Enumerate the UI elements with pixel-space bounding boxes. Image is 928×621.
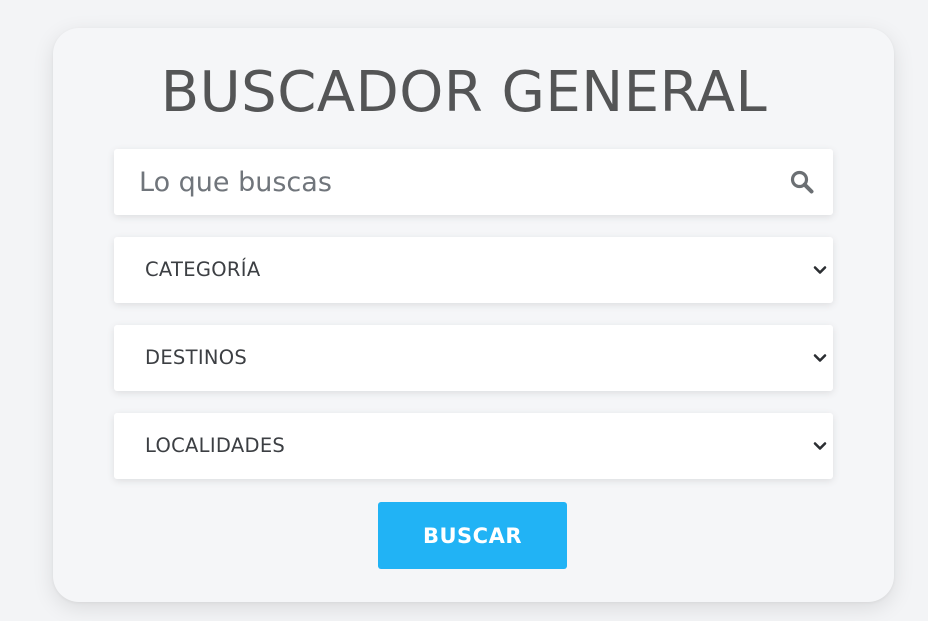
destinations-select[interactable]: DESTINOS [114,325,833,391]
search-icon[interactable] [789,169,815,195]
chevron-down-icon [813,442,827,450]
localities-select-value: LOCALIDADES [145,434,286,457]
category-select-value: CATEGORÍA [145,258,261,281]
chevron-down-icon [813,354,827,362]
page-title: BUSCADOR GENERAL [160,60,768,125]
chevron-down-icon [813,266,827,274]
search-input[interactable] [114,149,833,215]
localities-select[interactable]: LOCALIDADES [114,413,833,479]
category-select[interactable]: CATEGORÍA [114,237,833,303]
search-button[interactable]: BUSCAR [378,502,567,569]
search-field [114,149,833,215]
destinations-select-value: DESTINOS [145,346,248,369]
